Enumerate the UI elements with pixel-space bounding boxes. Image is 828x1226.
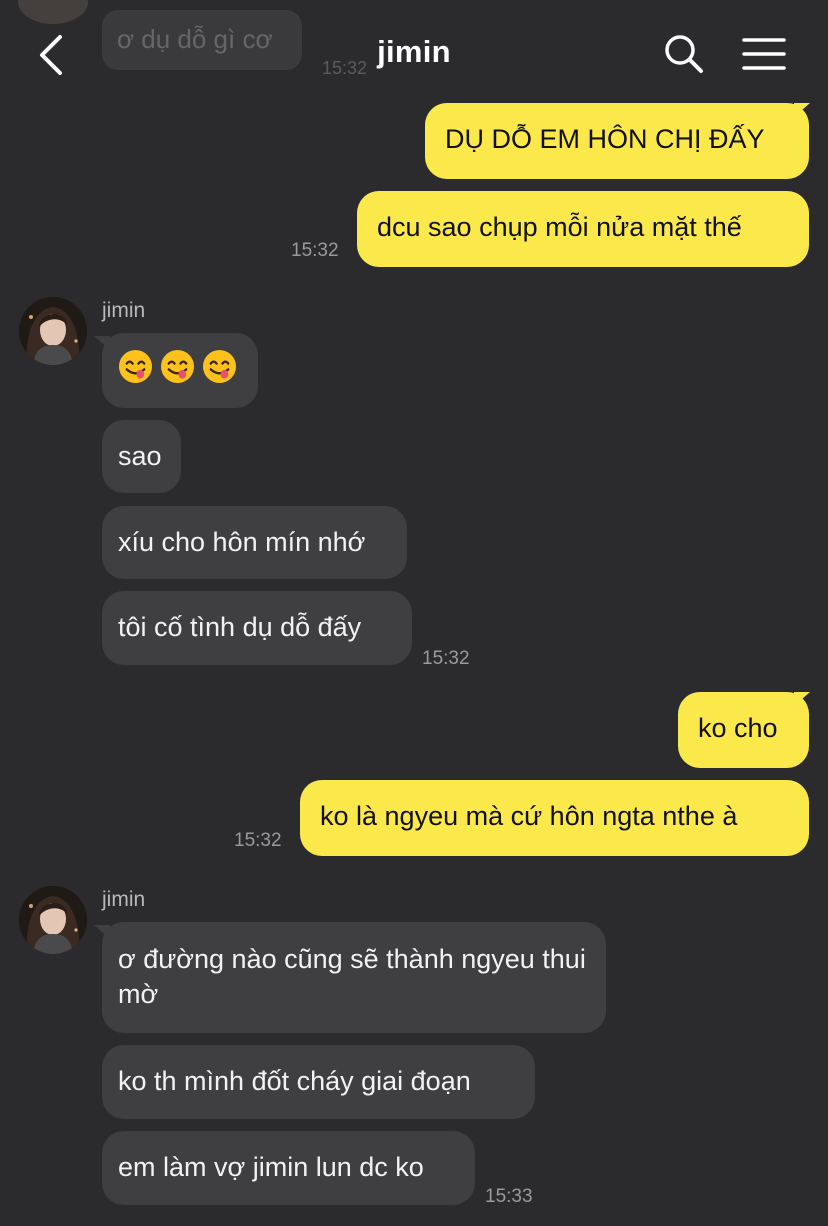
- incoming-message[interactable]: [102, 333, 258, 408]
- message-text: DỤ DỖ EM HÔN CHỊ ĐẤY: [445, 124, 765, 154]
- message-text: em làm vợ jimin lun dc ko: [118, 1152, 424, 1182]
- outgoing-message[interactable]: ko là ngyeu mà cứ hôn ngta nthe à: [300, 780, 809, 856]
- face-savoring-food-icon: [118, 349, 153, 384]
- search-icon: [665, 35, 703, 73]
- message-text: xíu cho hôn mín nhớ: [118, 527, 366, 557]
- incoming-message[interactable]: em làm vợ jimin lun dc ko: [102, 1131, 475, 1205]
- emoji-row: [118, 349, 237, 384]
- message-text: ơ đường nào cũng sẽ thành ngyeu thui mờ: [118, 944, 586, 1009]
- message-time: 15:32: [234, 830, 282, 851]
- incoming-message[interactable]: xíu cho hôn mín nhớ: [102, 506, 407, 579]
- chat-header: jimin: [0, 0, 828, 100]
- message-time: 15:32: [422, 648, 470, 669]
- message-text: sao: [118, 441, 162, 471]
- incoming-message[interactable]: tôi cố tình dụ dỗ đấy: [102, 591, 412, 665]
- avatar-photo: [19, 297, 87, 365]
- message-text: ko th mình đốt cháy giai đoạn: [118, 1066, 471, 1096]
- search-button[interactable]: [660, 30, 708, 78]
- message-text: ko cho: [698, 713, 778, 743]
- outgoing-message[interactable]: dcu sao chụp mỗi nửa mặt thế: [357, 191, 809, 267]
- outgoing-message[interactable]: DỤ DỖ EM HÔN CHỊ ĐẤY: [425, 103, 809, 179]
- incoming-message[interactable]: ko th mình đốt cháy giai đoạn: [102, 1045, 535, 1119]
- face-savoring-food-icon: [160, 349, 195, 384]
- contact-avatar[interactable]: [19, 297, 87, 365]
- incoming-message[interactable]: ơ đường nào cũng sẽ thành ngyeu thui mờ: [102, 922, 606, 1033]
- outgoing-message[interactable]: ko cho: [678, 692, 809, 768]
- face-savoring-food-icon: [202, 349, 237, 384]
- avatar-photo: [19, 886, 87, 954]
- message-time: 15:32: [291, 240, 339, 261]
- hamburger-menu-icon: [742, 38, 786, 70]
- menu-button[interactable]: [738, 30, 792, 78]
- sender-name: jimin: [102, 888, 146, 911]
- message-text: ko là ngyeu mà cứ hôn ngta nthe à: [320, 801, 738, 831]
- incoming-message[interactable]: sao: [102, 420, 181, 493]
- contact-avatar[interactable]: [19, 886, 87, 954]
- message-text: tôi cố tình dụ dỗ đấy: [118, 612, 362, 642]
- sender-name: jimin: [102, 299, 146, 322]
- message-time: 15:33: [485, 1186, 533, 1207]
- message-text: dcu sao chụp mỗi nửa mặt thế: [377, 212, 742, 242]
